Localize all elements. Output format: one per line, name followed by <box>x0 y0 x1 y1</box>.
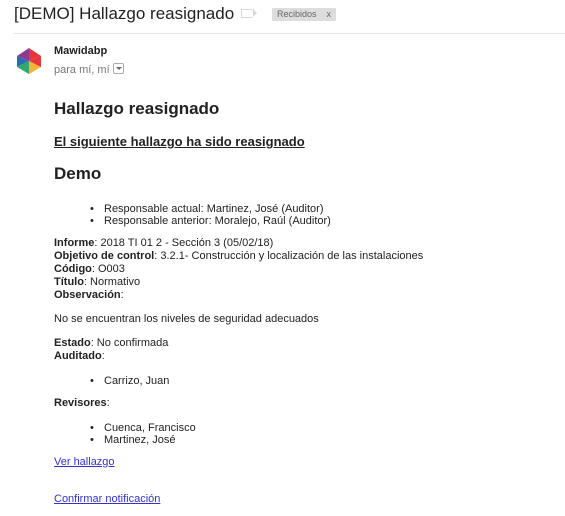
auditado-label: Auditado <box>54 350 102 362</box>
list-item: Martinez, José <box>90 434 196 446</box>
titulo-label: Título <box>54 276 84 288</box>
codigo-row: Código: O003 <box>54 263 423 276</box>
codigo-label: Código <box>54 263 92 275</box>
confirmar-notificacion-link[interactable]: Confirmar notificación <box>54 493 160 505</box>
sender-logo-avatar <box>17 48 41 74</box>
auditado-value: : <box>101 350 105 362</box>
list-item: Carrizo, Juan <box>90 375 169 387</box>
label-chip-inbox[interactable]: Recibidos x <box>272 8 337 21</box>
observacion-row: Observación: <box>54 289 423 302</box>
titulo-value: : Normativo <box>83 276 141 288</box>
subject-bar: [DEMO] Hallazgo reasignado Recibidos x <box>0 0 565 34</box>
estado-block: Estado: No confirmada Auditado: <box>54 337 168 363</box>
list-item: Cuenca, Francisco <box>90 422 196 434</box>
informe-label: Informe <box>54 237 95 249</box>
auditado-row: Auditado: <box>54 350 168 363</box>
label-chip-text: Recibidos <box>277 9 317 19</box>
label-tag-icon[interactable] <box>241 9 257 18</box>
ver-hallazgo-link[interactable]: Ver hallazgo <box>54 456 115 468</box>
estado-value: : No confirmada <box>90 337 169 349</box>
observacion-text: No se encuentran los niveles de segurida… <box>54 313 319 325</box>
estado-label: Estado <box>54 337 91 349</box>
details-block: Informe: 2018 TI 01 2 - Sección 3 (05/02… <box>54 237 423 302</box>
codigo-value: : O003 <box>91 263 125 275</box>
sender-name[interactable]: Mawidabp <box>54 45 107 57</box>
titulo-row: Título: Normativo <box>54 276 423 289</box>
objetivo-label: Objetivo de control <box>54 250 155 262</box>
estado-row: Estado: No confirmada <box>54 337 168 350</box>
list-item: Responsable anterior: Moralejo, Raúl (Au… <box>90 215 331 227</box>
observacion-label: Observación <box>54 289 121 301</box>
recipients-line: para mí, mí <box>54 63 124 76</box>
informe-value: : 2018 TI 01 2 - Sección 3 (05/02/18) <box>94 237 274 249</box>
header-divider <box>14 33 565 34</box>
objetivo-value: : 3.2.1- Construcción y localización de … <box>154 250 424 262</box>
revisores-value: : <box>106 397 110 409</box>
revisores-label: Revisores <box>54 397 107 409</box>
remove-label-icon[interactable]: x <box>327 9 332 19</box>
revisores-row: Revisores: <box>54 397 110 410</box>
revisores-list: Cuenca, Francisco Martinez, José <box>90 422 196 446</box>
objetivo-row: Objetivo de control: 3.2.1- Construcción… <box>54 250 423 263</box>
section-heading: Demo <box>54 164 102 183</box>
informe-row: Informe: 2018 TI 01 2 - Sección 3 (05/02… <box>54 237 423 250</box>
show-details-icon[interactable] <box>112 63 124 74</box>
observacion-value: : <box>120 289 124 301</box>
body-title: Hallazgo reasignado <box>54 99 220 118</box>
email-subject: [DEMO] Hallazgo reasignado <box>14 4 235 23</box>
body-subtitle: El siguiente hallazgo ha sido reasignado <box>54 134 305 149</box>
recipients-text: para mí, mí <box>54 64 110 76</box>
list-item: Responsable actual: Martinez, José (Audi… <box>90 203 331 215</box>
responsables-list: Responsable actual: Martinez, José (Audi… <box>90 203 331 227</box>
auditados-list: Carrizo, Juan <box>90 375 169 387</box>
